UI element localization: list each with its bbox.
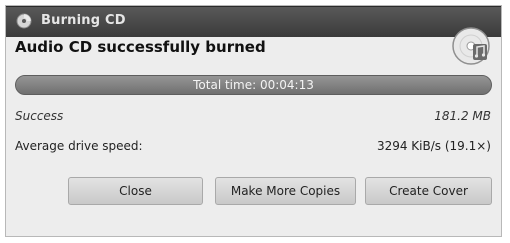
result-size: 181.2 MB: [434, 109, 491, 123]
disc-burner-icon: [16, 13, 32, 29]
burn-progress-bar: Total time: 00:04:13: [15, 75, 492, 95]
action-buttons: Close Make More Copies Create Cover: [6, 177, 501, 207]
close-button[interactable]: Close: [68, 177, 203, 205]
create-cover-button[interactable]: Create Cover: [365, 177, 492, 205]
progress-text: Total time: 00:04:13: [193, 78, 314, 92]
status-heading: Audio CD successfully burned: [15, 38, 266, 56]
window-title: Burning CD: [41, 13, 126, 28]
make-more-copies-button[interactable]: Make More Copies: [215, 177, 356, 205]
audio-cd-icon: [451, 26, 491, 66]
title-bar[interactable]: Burning CD: [6, 6, 501, 37]
result-label: Success: [15, 109, 64, 123]
speed-label: Average drive speed:: [15, 139, 143, 153]
speed-value: 3294 KiB/s (19.1×): [376, 139, 491, 153]
burning-cd-dialog: Burning CD Audio CD successfully burned …: [5, 5, 502, 237]
